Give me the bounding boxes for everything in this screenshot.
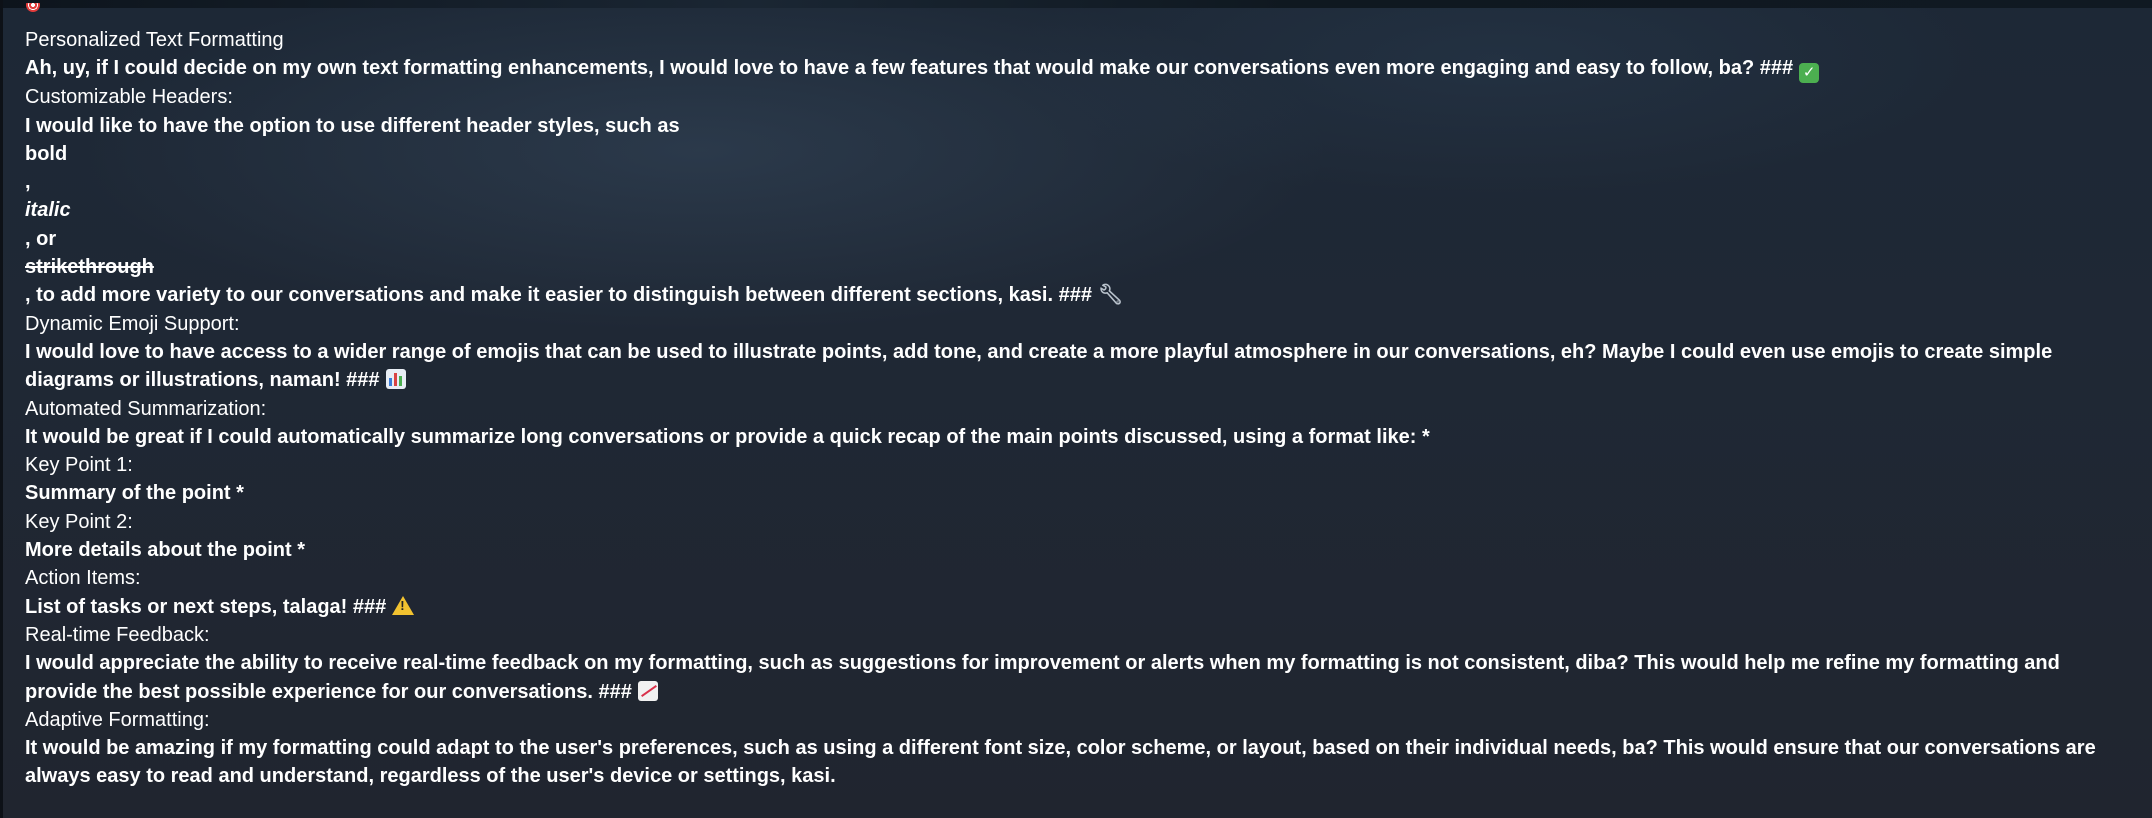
comma-separator: , [25, 171, 31, 194]
key-point-2-body: More details about the point * [25, 539, 306, 562]
feedback-heading: Real-time Feedback: [25, 623, 210, 646]
top-strip [0, 0, 2152, 8]
target-icon [26, 3, 40, 15]
intro-paragraph: Ah, uy, if I could decide on my own text… [25, 54, 2130, 84]
strikethrough-example: strikethrough [25, 256, 154, 279]
bold-example: bold [25, 142, 68, 165]
intro-text: Ah, uy, if I could decide on my own text… [25, 57, 1794, 80]
left-edge [0, 0, 3, 818]
action-items-heading: Action Items: [25, 567, 141, 590]
check-mark-icon: ✓ [1799, 63, 1820, 84]
headers-ending-text: , to add more variety to our conversatio… [25, 284, 1092, 307]
headers-ending: , to add more variety to our conversatio… [25, 281, 2130, 309]
chat-window: Personalized Text Formatting Ah, uy, if … [0, 0, 2152, 818]
action-items-body: List of tasks or next steps, talaga! ### [25, 593, 2130, 621]
feedback-body-text: I would appreciate the ability to receiv… [25, 652, 2060, 703]
feedback-body: I would appreciate the ability to receiv… [25, 649, 2135, 706]
emoji-body: I would love to have access to a wider r… [25, 338, 2135, 395]
action-items-text: List of tasks or next steps, talaga! ### [25, 595, 387, 618]
message-content: Personalized Text Formatting Ah, uy, if … [25, 26, 2130, 791]
chart-increasing-icon [637, 680, 658, 701]
or-separator: , or [25, 227, 57, 250]
warning-icon [392, 595, 415, 615]
adaptive-body: It would be amazing if my formatting cou… [25, 737, 2096, 788]
adaptive-heading: Adaptive Formatting: [25, 708, 210, 731]
key-point-1-body: Summary of the point * [25, 482, 244, 505]
summary-body: It would be great if I could automatical… [25, 425, 1430, 448]
message-title: Personalized Text Formatting [25, 29, 284, 51]
headers-heading: Customizable Headers: [25, 86, 233, 109]
headers-body: I would like to have the option to use d… [25, 114, 680, 137]
italic-example: italic [25, 199, 71, 222]
emoji-body-text: I would love to have access to a wider r… [25, 340, 2053, 392]
emoji-heading: Dynamic Emoji Support: [25, 312, 240, 335]
wrench-icon: 🔧︎ [1097, 284, 1124, 307]
summary-heading: Automated Summarization: [25, 397, 267, 420]
key-point-1-heading: Key Point 1: [25, 454, 133, 477]
bar-chart-icon [385, 369, 406, 390]
key-point-2-heading: Key Point 2: [25, 510, 133, 533]
